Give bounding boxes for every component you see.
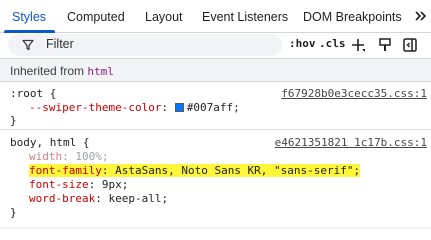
declaration-font-family-highlighted[interactable]: font-family: AstaSans, Noto Sans KR, "sa… xyxy=(29,164,361,177)
property-value[interactable]: #007aff xyxy=(187,101,233,114)
element-state-paint-icon[interactable] xyxy=(377,37,393,53)
property-name[interactable]: font-size xyxy=(29,178,89,191)
rule-close-brace: } xyxy=(10,114,17,127)
property-value[interactable]: 9px xyxy=(102,178,122,191)
css-rule-root: :root { f67928b0e3cecc35.css:1 --swiper-… xyxy=(0,82,431,130)
inherited-section-header: Inherited from html xyxy=(0,58,431,82)
class-toggle[interactable]: .cls xyxy=(319,37,346,50)
property-name[interactable]: word-break xyxy=(29,192,95,205)
rule-selector[interactable]: :root { xyxy=(10,87,56,100)
property-value[interactable]: AstaSans, Noto Sans KR, "sans-serif" xyxy=(115,164,353,177)
filter-placeholder: Filter xyxy=(46,37,74,51)
rule-selector[interactable]: body, html { xyxy=(10,136,89,149)
declaration-font-size[interactable]: font-size: 9px; xyxy=(29,178,128,191)
property-value[interactable]: 100% xyxy=(75,150,102,163)
declaration-width[interactable]: width: 100%; xyxy=(29,150,109,163)
declaration-swiper-theme-color[interactable]: --swiper-theme-color: #007aff; xyxy=(29,101,240,114)
tab-layout[interactable]: Layout xyxy=(145,0,183,33)
css-rule-body-html: body, html { e4621351821 1c17b.css:1 wid… xyxy=(0,131,431,229)
inherited-prefix: Inherited from xyxy=(10,64,88,78)
property-value[interactable]: keep-all xyxy=(108,192,161,205)
new-style-rule-plus-icon[interactable] xyxy=(350,37,366,53)
tab-computed[interactable]: Computed xyxy=(67,0,125,33)
more-tabs-chevron-icon[interactable] xyxy=(413,8,429,24)
tab-styles[interactable]: Styles xyxy=(12,0,46,33)
property-name[interactable]: font-family xyxy=(29,164,102,177)
tab-event-listeners[interactable]: Event Listeners xyxy=(202,0,288,33)
inherited-element-link[interactable]: html xyxy=(87,65,114,78)
filter-input[interactable]: Filter xyxy=(8,34,282,56)
property-name[interactable]: --swiper-theme-color xyxy=(29,101,161,114)
panel-bottom-edge xyxy=(0,227,431,229)
property-name[interactable]: width xyxy=(29,150,62,163)
tab-dom-breakpoints[interactable]: DOM Breakpoints xyxy=(303,0,402,33)
rule-source-link[interactable]: e4621351821 1c17b.css:1 xyxy=(275,136,427,149)
toggle-sidebar-icon[interactable] xyxy=(402,37,418,53)
rule-source-link[interactable]: f67928b0e3cecc35.css:1 xyxy=(281,87,427,100)
color-swatch-icon[interactable] xyxy=(174,103,184,112)
active-tab-indicator xyxy=(4,30,55,33)
filter-funnel-icon xyxy=(22,39,34,51)
hover-state-toggle[interactable]: :hov xyxy=(289,37,316,50)
panel-tab-bar: Styles Computed Layout Event Listeners D… xyxy=(0,0,431,33)
declaration-word-break[interactable]: word-break: keep-all; xyxy=(29,192,168,205)
styles-toolbar: Filter :hov .cls xyxy=(0,34,431,58)
rule-close-brace: } xyxy=(10,206,17,219)
